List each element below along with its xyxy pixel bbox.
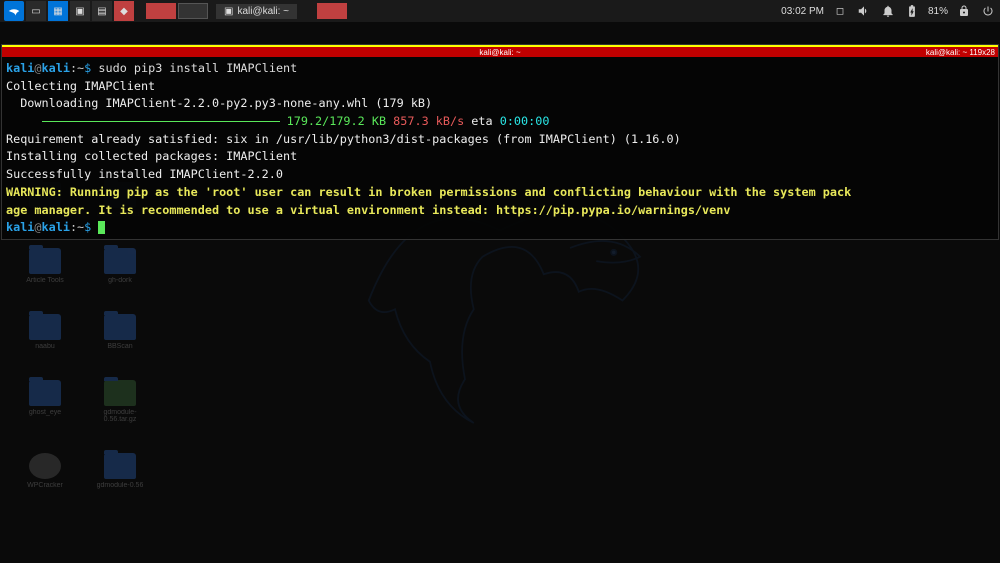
task-label: kali@kali: ~ — [237, 6, 289, 17]
terminal-titlebar[interactable]: kali@kali: ~ kali@kali: ~ 119x28 — [2, 47, 998, 57]
lock-icon[interactable] — [956, 3, 972, 19]
desktop[interactable]: Home ipobjectbypass Article Tools gh-dor… — [0, 22, 1000, 563]
prompt-path: :~ — [70, 61, 84, 75]
desktop-icon-gdmodule-archive[interactable]: gdmodule-0.56.tar.gz — [90, 380, 150, 423]
terminal-window: kali@kali: ~ kali@kali: ~ 119x28 kali@ka… — [1, 44, 999, 240]
battery-percent: 81% — [928, 6, 948, 17]
workspace-2[interactable] — [178, 3, 208, 19]
panel-btn-4[interactable]: ▤ — [92, 1, 112, 21]
prompt-at: @ — [34, 61, 41, 75]
command-text: sudo pip3 install IMAPClient — [98, 61, 297, 75]
progress-size: 179.2/179.2 KB — [280, 114, 387, 128]
prompt-user: kali — [6, 61, 34, 75]
bell-icon[interactable] — [880, 3, 896, 19]
progress-spacer — [6, 114, 42, 128]
prompt2-host: kali — [42, 220, 70, 234]
clock[interactable]: 03:02 PM — [781, 6, 824, 17]
prompt2-path: :~ — [70, 220, 84, 234]
prompt-symbol: $ — [84, 61, 98, 75]
desktop-icon-naabu[interactable]: naabu — [15, 314, 75, 350]
line-req-satisfied: Requirement already satisfied: six in /u… — [6, 132, 681, 146]
terminal-title-right: kali@kali: ~ 119x28 — [926, 48, 995, 57]
desktop-icon-article-tools[interactable]: Article Tools — [15, 248, 75, 284]
line-success: Successfully installed IMAPClient-2.2.0 — [6, 167, 283, 181]
workspace-1[interactable] — [146, 3, 176, 19]
progress-speed: 857.3 kB/s — [386, 114, 464, 128]
terminal-content[interactable]: kali@kali:~$ sudo pip3 install IMAPClien… — [2, 57, 998, 239]
progress-eta: 0:00:00 — [500, 114, 550, 128]
progress-eta-label: eta — [464, 114, 500, 128]
taskbar-left: ▭ ▦ ▣ ▤ ◆ ▣ kali@kali: ~ — [4, 1, 347, 21]
prompt2-at: @ — [34, 220, 41, 234]
terminal-title-center: kali@kali: ~ — [479, 48, 520, 57]
panel-btn-5[interactable]: ◆ — [114, 1, 134, 21]
taskbar: ▭ ▦ ▣ ▤ ◆ ▣ kali@kali: ~ 03:02 PM ◻ 81% — [0, 0, 1000, 22]
taskbar-right: 03:02 PM ◻ 81% — [781, 3, 996, 19]
desktop-icon-bbscan[interactable]: BBScan — [90, 314, 150, 350]
terminal-cursor — [98, 221, 105, 234]
panel-btn-1[interactable]: ▭ — [26, 1, 46, 21]
battery-icon[interactable] — [904, 3, 920, 19]
taskbar-window-entry[interactable]: ▣ kali@kali: ~ — [216, 4, 297, 19]
kali-menu-icon[interactable] — [4, 1, 24, 21]
task-icon: ▣ — [224, 6, 233, 17]
desktop-icon-gdmodule-folder[interactable]: gdmodule-0.56 — [90, 453, 150, 489]
line-downloading: Downloading IMAPClient-2.2.0-py2.py3-non… — [6, 96, 432, 110]
volume-icon[interactable] — [856, 3, 872, 19]
desktop-icon-gh-dork[interactable]: gh-dork — [90, 248, 150, 284]
line-collecting: Collecting IMAPClient — [6, 79, 155, 93]
progress-bar — [42, 121, 280, 122]
panel-btn-files[interactable]: ▦ — [48, 1, 68, 21]
tray-square-icon[interactable]: ◻ — [832, 3, 848, 19]
prompt2-symbol: $ — [84, 220, 98, 234]
taskbar-close-indicator[interactable] — [317, 3, 347, 19]
prompt2-user: kali — [6, 220, 34, 234]
line-installing: Installing collected packages: IMAPClien… — [6, 149, 297, 163]
workspace-switcher — [146, 3, 208, 19]
panel-btn-terminal[interactable]: ▣ — [70, 1, 90, 21]
power-icon[interactable] — [980, 3, 996, 19]
line-warning: WARNING: Running pip as the 'root' user … — [6, 185, 851, 217]
desktop-icon-ghost-eye[interactable]: ghost_eye — [15, 380, 75, 423]
prompt-host: kali — [42, 61, 70, 75]
desktop-icon-wpcracker[interactable]: WPCracker — [15, 453, 75, 489]
